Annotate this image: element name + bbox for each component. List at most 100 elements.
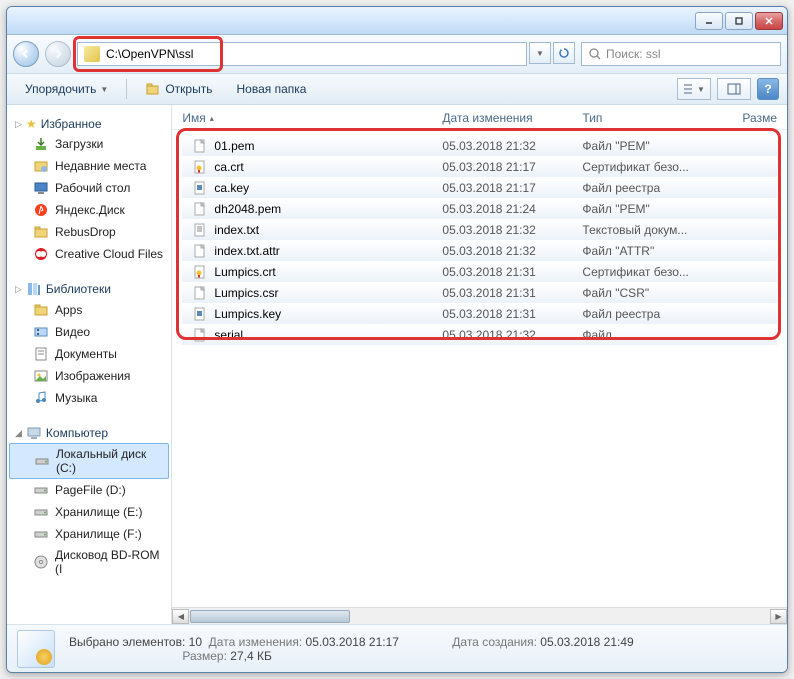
titlebar — [7, 7, 787, 35]
sidebar: ▷★Избранное ЗагрузкиНедавние местаРабочи… — [7, 105, 172, 624]
navbar: C:\OpenVPN\ssl ▼ Поиск: ssl — [7, 35, 787, 73]
file-row[interactable]: index.txt.attr05.03.2018 21:32Файл "ATTR… — [182, 241, 777, 261]
column-date[interactable]: Дата изменения — [442, 111, 582, 125]
horizontal-scrollbar[interactable]: ◀ ▶ — [172, 607, 787, 624]
file-type: Файл "CSR" — [582, 286, 742, 300]
toolbar: Упорядочить ▼ Открыть Новая папка ▼ ? — [7, 73, 787, 105]
scroll-right-arrow[interactable]: ▶ — [770, 609, 787, 624]
libraries-group: ▷Библиотеки AppsВидеоДокументыИзображени… — [7, 279, 171, 409]
sidebar-item-fav-2[interactable]: Рабочий стол — [7, 177, 171, 199]
sidebar-item-fav-1[interactable]: Недавние места — [7, 155, 171, 177]
file-name: serial — [214, 328, 243, 342]
computer-group: ◢Компьютер Локальный диск (C:)PageFile (… — [7, 423, 171, 579]
file-type: Файл "PEM" — [582, 139, 742, 153]
refresh-button[interactable] — [553, 42, 575, 64]
open-button[interactable]: Открыть — [135, 77, 222, 101]
file-name: index.txt — [214, 223, 259, 237]
file-type: Сертификат безо... — [582, 265, 742, 279]
file-date: 05.03.2018 21:32 — [442, 328, 582, 342]
folder-icon — [84, 46, 100, 62]
column-size[interactable]: Разме — [742, 111, 777, 125]
search-placeholder: Поиск: ssl — [606, 47, 661, 61]
file-type: Текстовый докум... — [582, 223, 742, 237]
sidebar-item-comp-1[interactable]: PageFile (D:) — [7, 479, 171, 501]
scroll-thumb[interactable] — [190, 610, 350, 623]
file-name: ca.key — [214, 181, 249, 195]
back-button[interactable] — [13, 41, 39, 67]
file-date: 05.03.2018 21:31 — [442, 265, 582, 279]
libraries-header[interactable]: ▷Библиотеки — [7, 279, 171, 299]
sidebar-item-fav-3[interactable]: Яндекс.Диск — [7, 199, 171, 221]
help-button[interactable]: ? — [757, 78, 779, 100]
file-name: dh2048.pem — [214, 202, 281, 216]
file-name: Lumpics.csr — [214, 286, 278, 300]
forward-button[interactable] — [45, 41, 71, 67]
explorer-window: C:\OpenVPN\ssl ▼ Поиск: ssl Упорядочить … — [6, 6, 788, 673]
file-row[interactable]: 01.pem05.03.2018 21:32Файл "PEM" — [182, 136, 777, 156]
file-row[interactable]: serial05.03.2018 21:32Файл — [182, 325, 777, 345]
sidebar-item-fav-5[interactable]: Creative Cloud Files — [7, 243, 171, 265]
file-row[interactable]: Lumpics.key05.03.2018 21:31Файл реестра — [182, 304, 777, 324]
file-row[interactable]: Lumpics.csr 05.03.2018 21:31Файл "CSR" — [182, 283, 777, 303]
file-type: Сертификат безо... — [582, 160, 742, 174]
file-pane: Имя ▴ Дата изменения Тип Разме 01.pem05.… — [172, 105, 787, 624]
file-row[interactable]: ca.crt 05.03.2018 21:17Сертификат безо... — [182, 157, 777, 177]
preview-pane-button[interactable] — [717, 78, 751, 100]
computer-header[interactable]: ◢Компьютер — [7, 423, 171, 443]
open-icon — [145, 81, 161, 97]
minimize-button[interactable] — [695, 12, 723, 30]
column-type[interactable]: Тип — [582, 111, 742, 125]
file-name: 01.pem — [214, 139, 254, 153]
file-name: ca.crt — [214, 160, 243, 174]
organize-button[interactable]: Упорядочить ▼ — [15, 78, 118, 100]
file-type: Файл "PEM" — [582, 202, 742, 216]
view-options-button[interactable]: ▼ — [677, 78, 711, 100]
address-path: C:\OpenVPN\ssl — [106, 47, 193, 61]
file-name: index.txt.attr — [214, 244, 279, 258]
address-bar[interactable]: C:\OpenVPN\ssl — [77, 42, 527, 66]
favorites-group: ▷★Избранное ЗагрузкиНедавние местаРабочи… — [7, 115, 171, 265]
file-date: 05.03.2018 21:31 — [442, 286, 582, 300]
sidebar-item-fav-4[interactable]: RebusDrop — [7, 221, 171, 243]
separator — [126, 79, 127, 99]
sidebar-item-fav-0[interactable]: Загрузки — [7, 133, 171, 155]
search-input[interactable]: Поиск: ssl — [581, 42, 781, 66]
sidebar-item-lib-0[interactable]: Apps — [7, 299, 171, 321]
status-text: Выбрано элементов: 10 Дата изменения: 05… — [69, 635, 634, 663]
statusbar: Выбрано элементов: 10 Дата изменения: 05… — [7, 624, 787, 672]
computer-icon — [26, 425, 42, 441]
maximize-button[interactable] — [725, 12, 753, 30]
sidebar-item-comp-0[interactable]: Локальный диск (C:) — [9, 443, 169, 479]
file-row[interactable]: index.txt 05.03.2018 21:32Текстовый докум… — [182, 220, 777, 240]
column-headers: Имя ▴ Дата изменения Тип Разме — [172, 105, 787, 130]
sidebar-item-comp-3[interactable]: Хранилище (F:) — [7, 523, 171, 545]
sidebar-item-comp-4[interactable]: Дисковод BD-ROM (I — [7, 545, 171, 579]
file-row[interactable]: Lumpics.crt 05.03.2018 21:31Сертификат бе… — [182, 262, 777, 282]
selection-icon — [17, 630, 55, 668]
sidebar-item-lib-3[interactable]: Изображения — [7, 365, 171, 387]
file-type: Файл реестра — [582, 181, 742, 195]
file-list: 01.pem05.03.2018 21:32Файл "PEM"ca.crt05… — [172, 130, 787, 607]
favorites-header[interactable]: ▷★Избранное — [7, 115, 171, 133]
file-type: Файл "ATTR" — [582, 244, 742, 258]
search-icon — [588, 47, 602, 61]
sidebar-item-lib-4[interactable]: Музыка — [7, 387, 171, 409]
column-name[interactable]: Имя ▴ — [182, 111, 442, 125]
file-date: 05.03.2018 21:32 — [442, 223, 582, 237]
star-icon: ★ — [26, 117, 37, 131]
file-row[interactable]: ca.key05.03.2018 21:17Файл реестра — [182, 178, 777, 198]
sidebar-item-lib-2[interactable]: Документы — [7, 343, 171, 365]
file-date: 05.03.2018 21:17 — [442, 160, 582, 174]
file-type: Файл реестра — [582, 307, 742, 321]
file-date: 05.03.2018 21:31 — [442, 307, 582, 321]
scroll-left-arrow[interactable]: ◀ — [172, 609, 189, 624]
close-button[interactable] — [755, 12, 783, 30]
sidebar-item-lib-1[interactable]: Видео — [7, 321, 171, 343]
address-dropdown[interactable]: ▼ — [529, 42, 551, 64]
new-folder-button[interactable]: Новая папка — [226, 78, 316, 100]
sidebar-item-comp-2[interactable]: Хранилище (E:) — [7, 501, 171, 523]
content-area: ▷★Избранное ЗагрузкиНедавние местаРабочи… — [7, 105, 787, 624]
file-date: 05.03.2018 21:24 — [442, 202, 582, 216]
file-name: Lumpics.crt — [214, 265, 275, 279]
file-row[interactable]: dh2048.pem 05.03.2018 21:24Файл "PEM" — [182, 199, 777, 219]
